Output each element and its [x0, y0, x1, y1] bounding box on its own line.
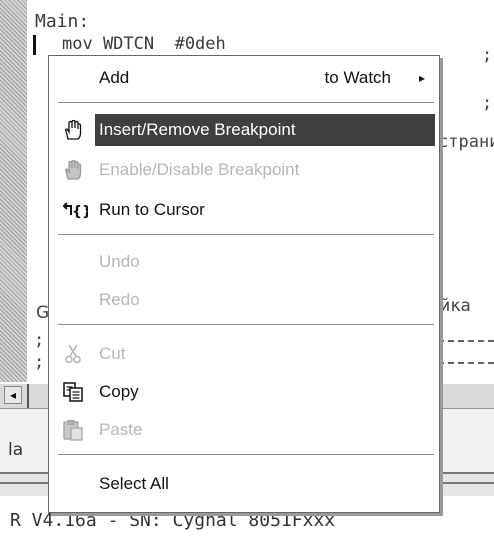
scissors-icon: [62, 343, 84, 365]
menu-item-label: Insert/Remove Breakpoint: [99, 120, 296, 139]
menu-item-label: Undo: [99, 252, 140, 271]
menu-item-label: Enable/Disable Breakpoint: [99, 160, 300, 179]
menu-separator: [58, 454, 434, 456]
code-fragment: страни: [438, 132, 494, 152]
menu-item-add-to-watch[interactable]: Add to Watch ▸: [51, 62, 437, 94]
menu-item-label: Add: [99, 68, 130, 87]
menu-item-undo: Undo: [51, 246, 437, 278]
menu-item-copy[interactable]: Copy: [51, 376, 437, 408]
menu-item-label: Copy: [99, 382, 139, 401]
code-line-mov: mov WDTCN #0deh: [62, 34, 226, 54]
menu-separator: [58, 324, 434, 326]
context-menu: Add to Watch ▸ Insert/Remove Breakpoint …: [48, 55, 440, 513]
menu-separator: [58, 102, 434, 104]
scroll-divider: [27, 384, 29, 408]
code-fragment: ;: [34, 352, 45, 372]
code-label-main: Main:: [35, 11, 90, 32]
menu-item-run-to-cursor[interactable]: {} Run to Cursor: [51, 194, 437, 226]
menu-item-label: Redo: [99, 290, 140, 309]
code-fragment: ;: [482, 93, 493, 113]
menu-item-label: Cut: [99, 344, 126, 363]
menu-item-redo: Redo: [51, 284, 437, 316]
menu-item-label: Run to Cursor: [99, 200, 205, 219]
menu-item-label: Paste: [99, 420, 143, 439]
editor-gutter: [0, 0, 27, 382]
code-fragment: ;: [482, 45, 493, 65]
hand-disabled-icon: [62, 159, 84, 181]
menu-item-paste: Paste: [51, 414, 437, 446]
copy-icon: [62, 381, 84, 403]
paste-icon: [62, 419, 84, 441]
code-comment-line: [438, 362, 494, 364]
menu-item-enable-disable-breakpoint: Enable/Disable Breakpoint: [51, 154, 437, 186]
code-comment-line: [438, 340, 494, 342]
text-caret: [33, 35, 36, 55]
status-text: R V4.16a - SN: Cygnal 8051Fxxx: [10, 510, 336, 531]
menu-separator: [58, 234, 434, 236]
code-fragment: ;: [34, 330, 45, 350]
scroll-left-icon[interactable]: ◂: [4, 386, 22, 404]
menu-item-insert-remove-breakpoint[interactable]: Insert/Remove Breakpoint: [51, 114, 437, 146]
menu-item-label: Select All: [99, 474, 169, 493]
menu-item-cut: Cut: [51, 338, 437, 370]
code-fragment: йка: [440, 296, 471, 316]
menu-item-right-label: to Watch: [324, 68, 391, 87]
submenu-arrow-icon: ▸: [418, 71, 425, 85]
run-to-cursor-icon: {}: [62, 199, 92, 221]
menu-item-select-all[interactable]: Select All: [51, 468, 437, 500]
hand-icon: [62, 119, 84, 141]
svg-text:{}: {}: [72, 204, 88, 220]
panel-tab-label[interactable]: la: [8, 440, 23, 460]
